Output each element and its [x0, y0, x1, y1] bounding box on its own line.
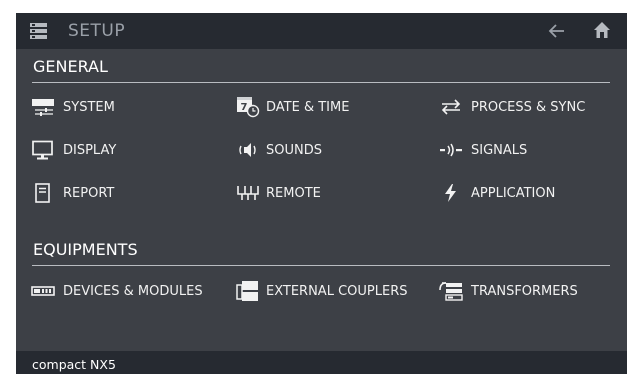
menu-item-label: SIGNALS: [471, 142, 528, 158]
home-icon[interactable]: [592, 20, 612, 40]
menu-item-label: SYSTEM: [63, 99, 115, 115]
device-name: compact NX5: [32, 357, 116, 372]
menu-item-external-couplers[interactable]: EXTERNAL COUPLERS: [236, 280, 407, 302]
menu-stack-icon: [30, 23, 47, 39]
lightning-icon: [445, 184, 456, 202]
menu-item-system[interactable]: SYSTEM: [31, 96, 115, 118]
system-settings-icon: [32, 99, 54, 116]
menu-item-application[interactable]: APPLICATION: [439, 182, 555, 204]
terminal-block-icon: [237, 186, 259, 200]
coupler-icon: [236, 281, 258, 301]
signal-icon: [440, 143, 462, 157]
header-bar: SETUP: [16, 13, 627, 49]
transformer-icon: [439, 282, 463, 301]
menu-item-label: REPORT: [63, 185, 115, 201]
menu-item-report[interactable]: REPORT: [31, 182, 114, 204]
menu-item-devices-modules[interactable]: DEVICES & MODULES: [31, 280, 203, 302]
menu-item-date-time[interactable]: 7 DATE & TIME: [236, 96, 349, 118]
status-bar: compact NX5: [16, 351, 627, 374]
menu-item-label: DEVICES & MODULES: [63, 283, 203, 299]
menu-item-label: DATE & TIME: [266, 99, 350, 115]
menu-item-label: TRANSFORMERS: [471, 283, 578, 299]
section-title-general: GENERAL: [33, 57, 108, 76]
page-title: SETUP: [68, 21, 126, 41]
monitor-icon: [32, 140, 53, 160]
menu-item-sounds[interactable]: SOUNDS: [236, 139, 322, 161]
section-divider: [32, 265, 610, 266]
menu-item-label: REMOTE: [266, 185, 321, 201]
menu-item-remote[interactable]: REMOTE: [236, 182, 321, 204]
menu-item-label: SOUNDS: [266, 142, 322, 158]
section-title-equipments: EQUIPMENTS: [33, 240, 138, 259]
module-icon: [31, 286, 55, 296]
calendar-clock-icon: 7: [237, 97, 260, 118]
svg-text:7: 7: [241, 102, 248, 113]
speaker-icon: [239, 143, 256, 157]
menu-item-label: DISPLAY: [63, 142, 117, 158]
setup-screen: SETUP GENERAL SYSTEM 7 DATE & TIME PROCE…: [16, 13, 627, 374]
menu-item-label: EXTERNAL COUPLERS: [266, 283, 408, 299]
section-divider: [32, 82, 610, 83]
arrow-left-icon[interactable]: [547, 21, 567, 41]
menu-item-process-sync[interactable]: PROCESS & SYNC: [439, 96, 585, 118]
document-icon: [35, 183, 50, 203]
swap-arrows-icon: [441, 99, 461, 115]
menu-item-display[interactable]: DISPLAY: [31, 139, 116, 161]
menu-item-transformers[interactable]: TRANSFORMERS: [439, 280, 578, 302]
menu-item-label: PROCESS & SYNC: [471, 99, 586, 115]
menu-item-signals[interactable]: SIGNALS: [439, 139, 527, 161]
menu-item-label: APPLICATION: [471, 185, 556, 201]
